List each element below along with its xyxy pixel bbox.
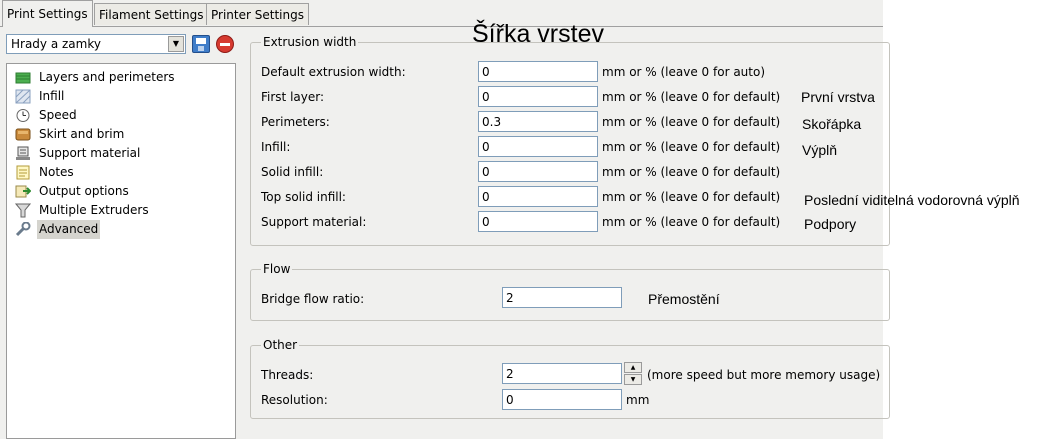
annotation-first-layer: První vrstva xyxy=(801,89,875,105)
annotation-perimeters: Skořápka xyxy=(802,116,862,132)
page-item-label: Skirt and brim xyxy=(39,127,125,141)
tab-bar: Print Settings Filament Settings Printer… xyxy=(0,0,883,27)
infill-unit: mm or % (leave 0 for default) xyxy=(602,140,781,154)
perimeters-unit: mm or % (leave 0 for default) xyxy=(602,115,781,129)
default-width-field[interactable] xyxy=(478,61,598,82)
first-layer-label: First layer: xyxy=(261,90,325,104)
support-material-unit: mm or % (leave 0 for default) xyxy=(602,215,781,229)
group-title: Flow xyxy=(261,262,293,276)
save-preset-button[interactable] xyxy=(192,35,210,53)
profile-select[interactable]: Hrady a zamky ▼ xyxy=(6,34,186,54)
page-item-label: Multiple Extruders xyxy=(39,203,149,217)
annotation-support: Podpory xyxy=(804,216,857,232)
annotation-top-solid-infill: Poslední viditelná vodorovná výplň xyxy=(804,192,1020,208)
skirt-icon xyxy=(15,127,31,142)
tab-printer-settings[interactable]: Printer Settings xyxy=(206,3,309,25)
delete-preset-button[interactable] xyxy=(216,35,234,53)
group-title: Extrusion width xyxy=(261,35,359,49)
top-solid-infill-unit: mm or % (leave 0 for default) xyxy=(602,190,781,204)
page-item-label: Infill xyxy=(39,89,65,103)
page-item-label: Layers and perimeters xyxy=(39,70,175,84)
top-solid-infill-label: Top solid infill: xyxy=(261,190,346,204)
infill-icon xyxy=(15,89,31,104)
page-item-label: Output options xyxy=(39,184,129,198)
page-item-label: Support material xyxy=(39,146,141,160)
group-title: Other xyxy=(261,338,300,352)
tab-print-settings[interactable]: Print Settings xyxy=(2,0,93,27)
bridge-flow-field[interactable] xyxy=(502,287,622,308)
perimeters-label: Perimeters: xyxy=(261,115,330,129)
floppy-slot xyxy=(198,46,204,51)
top-solid-infill-field[interactable] xyxy=(478,186,598,207)
clock-icon xyxy=(15,108,31,123)
page-item-label: Speed xyxy=(39,108,77,122)
support-material-field[interactable] xyxy=(478,211,598,232)
infill-field[interactable] xyxy=(478,136,598,157)
page-item-label: Notes xyxy=(39,165,74,179)
chevron-down-icon[interactable]: ▼ xyxy=(168,36,184,52)
resolution-field[interactable] xyxy=(502,389,622,410)
floppy-disk-icon xyxy=(196,38,206,44)
settings-page-list: Layers and perimeters Infill Speed Skirt… xyxy=(6,63,236,439)
first-layer-unit: mm or % (leave 0 for default) xyxy=(602,90,781,104)
support-icon xyxy=(15,146,31,161)
first-layer-field[interactable] xyxy=(478,86,598,107)
threads-hint: (more speed but more memory usage) xyxy=(647,368,881,382)
solid-infill-field[interactable] xyxy=(478,161,598,182)
resolution-label: Resolution: xyxy=(261,393,328,407)
bridge-flow-label: Bridge flow ratio: xyxy=(261,292,365,306)
tab-filament-settings[interactable]: Filament Settings xyxy=(94,3,209,25)
resolution-unit: mm xyxy=(626,393,650,407)
threads-field[interactable] xyxy=(502,363,622,384)
support-material-label: Support material: xyxy=(261,215,367,229)
settings-window: Print Settings Filament Settings Printer… xyxy=(0,0,890,439)
perimeters-field[interactable] xyxy=(478,111,598,132)
solid-infill-unit: mm or % (leave 0 for default) xyxy=(602,165,781,179)
notes-icon xyxy=(15,165,31,180)
wrench-icon xyxy=(15,221,31,237)
spin-up-icon[interactable]: ▲ xyxy=(624,362,642,373)
spin-down-icon[interactable]: ▼ xyxy=(624,374,642,385)
infill-label: Infill: xyxy=(261,140,291,154)
default-width-label: Default extrusion width: xyxy=(261,65,406,79)
profile-select-value: Hrady a zamky xyxy=(11,37,101,51)
layers-icon xyxy=(15,70,31,85)
delete-icon xyxy=(220,43,230,46)
funnel-icon xyxy=(14,203,32,218)
output-icon xyxy=(15,184,32,199)
solid-infill-label: Solid infill: xyxy=(261,165,324,179)
annotation-heading: Šířka vrstev xyxy=(472,20,604,48)
annotation-bridge: Přemostění xyxy=(648,291,720,307)
page-item-label: Advanced xyxy=(37,220,101,239)
threads-label: Threads: xyxy=(261,368,314,382)
annotation-infill: Výplň xyxy=(802,142,838,158)
default-width-unit: mm or % (leave 0 for auto) xyxy=(602,65,766,79)
threads-spinner[interactable]: ▲ ▼ xyxy=(624,362,642,385)
